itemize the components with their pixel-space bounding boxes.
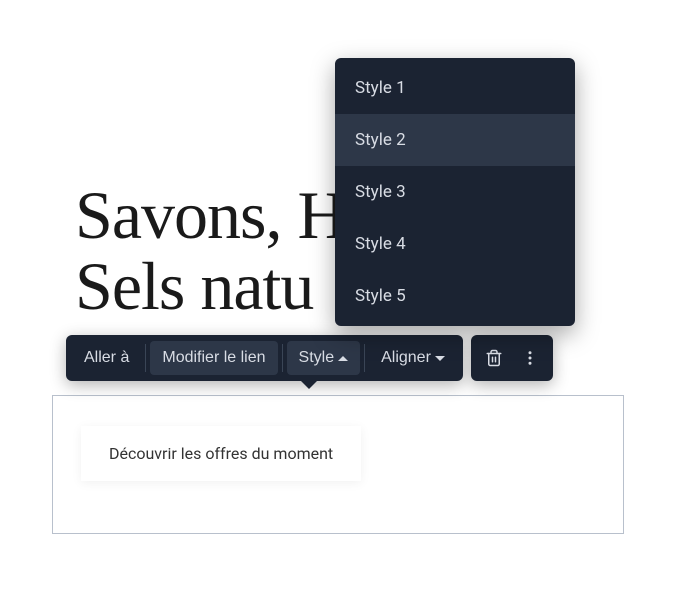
align-label: Aligner [381, 349, 431, 367]
style-dropdown: Style 1 Style 2 Style 3 Style 4 Style 5 [335, 58, 575, 326]
cta-button[interactable]: Découvrir les offres du moment [81, 426, 361, 481]
trash-icon [485, 349, 503, 367]
style-option-1[interactable]: Style 1 [335, 62, 575, 114]
floating-toolbar-wrapper: Aller à Modifier le lien Style Aligner [66, 335, 553, 381]
chevron-down-icon [435, 356, 445, 361]
delete-button[interactable] [477, 341, 511, 375]
page-heading: Savons, H Sels natu [75, 180, 346, 323]
goto-label: Aller à [84, 349, 129, 367]
heading-line-1: Savons, H [75, 177, 346, 253]
style-option-3[interactable]: Style 3 [335, 166, 575, 218]
side-toolbar [471, 335, 553, 381]
selected-element-outline[interactable]: Découvrir les offres du moment [52, 395, 624, 534]
heading-line-2: Sels natu [75, 248, 313, 324]
more-vertical-icon [521, 349, 539, 367]
toolbar-divider [364, 344, 365, 372]
style-option-2[interactable]: Style 2 [335, 114, 575, 166]
goto-button[interactable]: Aller à [72, 341, 141, 375]
style-option-4[interactable]: Style 4 [335, 218, 575, 270]
style-label: Style [299, 349, 335, 367]
style-button[interactable]: Style [287, 341, 361, 375]
edit-link-label: Modifier le lien [162, 349, 265, 367]
style-option-5[interactable]: Style 5 [335, 270, 575, 322]
align-button[interactable]: Aligner [369, 341, 457, 375]
floating-toolbar: Aller à Modifier le lien Style Aligner [66, 335, 463, 381]
edit-link-button[interactable]: Modifier le lien [150, 341, 277, 375]
toolbar-divider [282, 344, 283, 372]
chevron-up-icon [338, 356, 348, 361]
toolbar-divider [145, 344, 146, 372]
more-button[interactable] [513, 341, 547, 375]
